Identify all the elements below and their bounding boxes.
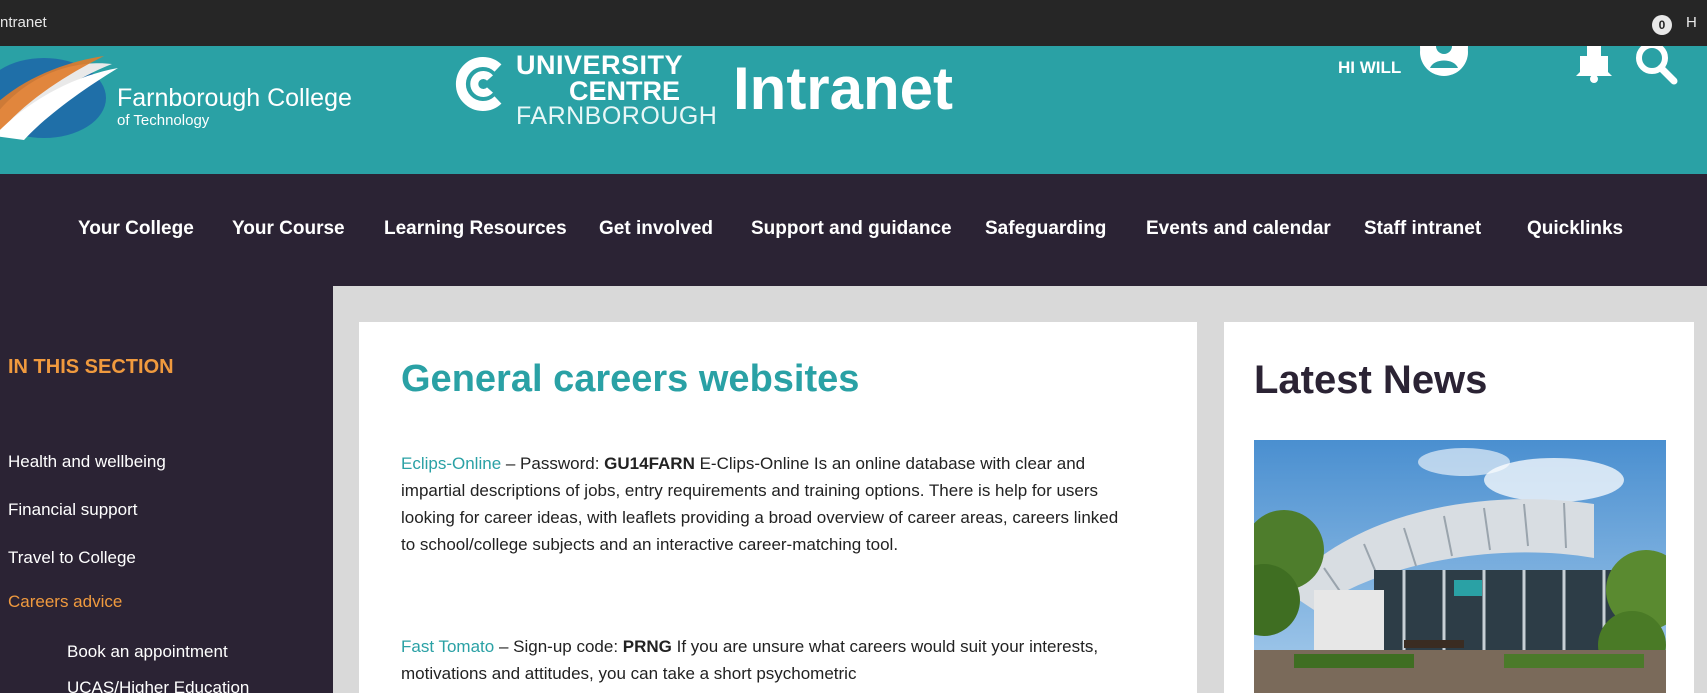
eclips-password-code: GU14FARN [604,454,695,473]
main-content-card: General careers websites Eclips-Online –… [359,322,1197,693]
college-swoosh-icon [0,56,118,140]
eclips-paragraph: Eclips-Online – Password: GU14FARN E-Cli… [401,450,1131,558]
user-avatar-icon[interactable] [1416,46,1472,88]
centre-line-farnborough: FARNBOROUGH [516,102,718,130]
sidebar-item-careers-advice[interactable]: Careers advice [8,592,122,612]
eclips-online-link[interactable]: Eclips-Online [401,454,501,473]
fast-tomato-signup-code: PRNG [622,637,672,656]
sidebar-item-health-and-wellbeing[interactable]: Health and wellbeing [8,452,166,472]
nav-events-and-calendar[interactable]: Events and calendar [1146,218,1331,240]
college-name: Farnborough College [117,84,352,112]
fast-tomato-code-label: – Sign-up code: [494,637,623,656]
nav-your-college[interactable]: Your College [78,218,194,240]
notification-bell-icon[interactable] [1572,46,1616,84]
sidebar-subitem-ucas-higher-education[interactable]: UCAS/Higher Education [67,678,249,693]
fast-tomato-link[interactable]: Fast Tomato [401,637,494,656]
latest-news-heading: Latest News [1254,358,1488,402]
nav-get-involved[interactable]: Get involved [599,218,713,240]
nav-quicklinks[interactable]: Quicklinks [1527,218,1623,240]
farnborough-college-logo[interactable]: Farnborough College of Technology [0,46,360,140]
fast-tomato-paragraph: Fast Tomato – Sign-up code: PRNG If you … [401,633,1131,687]
user-greeting: HI WILL [1338,58,1402,77]
notification-count-badge[interactable]: 0 [1652,15,1672,35]
sidebar-subitem-book-an-appointment[interactable]: Book an appointment [67,642,228,662]
section-sidebar: IN THIS SECTION Health and wellbeing Fin… [0,286,333,693]
news-photo[interactable] [1254,440,1666,693]
page-title: General careers websites [401,358,860,400]
sidebar-item-financial-support[interactable]: Financial support [8,500,137,520]
college-subtitle: of Technology [117,112,210,129]
nav-support-and-guidance[interactable]: Support and guidance [751,218,952,240]
university-centre-mark-icon [455,57,502,111]
sidebar-item-travel-to-college[interactable]: Travel to College [8,548,136,568]
university-centre-logo[interactable]: UNIVERSITY CENTRE FARNBOROUGH [450,48,718,130]
top-bar-truncated-text: H [1686,14,1697,31]
window-title: ntranet [0,14,47,31]
nav-your-course[interactable]: Your Course [232,218,345,240]
nav-learning-resources[interactable]: Learning Resources [384,218,567,240]
site-header: Farnborough College of Technology UNIVER… [0,46,1707,174]
sidebar-section-title: IN THIS SECTION [8,356,174,378]
nav-safeguarding[interactable]: Safeguarding [985,218,1106,240]
eclips-password-label: – Password: [501,454,605,473]
college-building-image [1254,440,1666,693]
main-navigation: Your College Your Course Learning Resour… [0,174,1707,286]
nav-staff-intranet[interactable]: Staff intranet [1364,218,1481,240]
site-title: Intranet [733,55,954,122]
search-icon[interactable] [1632,46,1682,90]
top-bar: ntranet 0 H [0,0,1707,46]
latest-news-card: Latest News [1224,322,1694,693]
